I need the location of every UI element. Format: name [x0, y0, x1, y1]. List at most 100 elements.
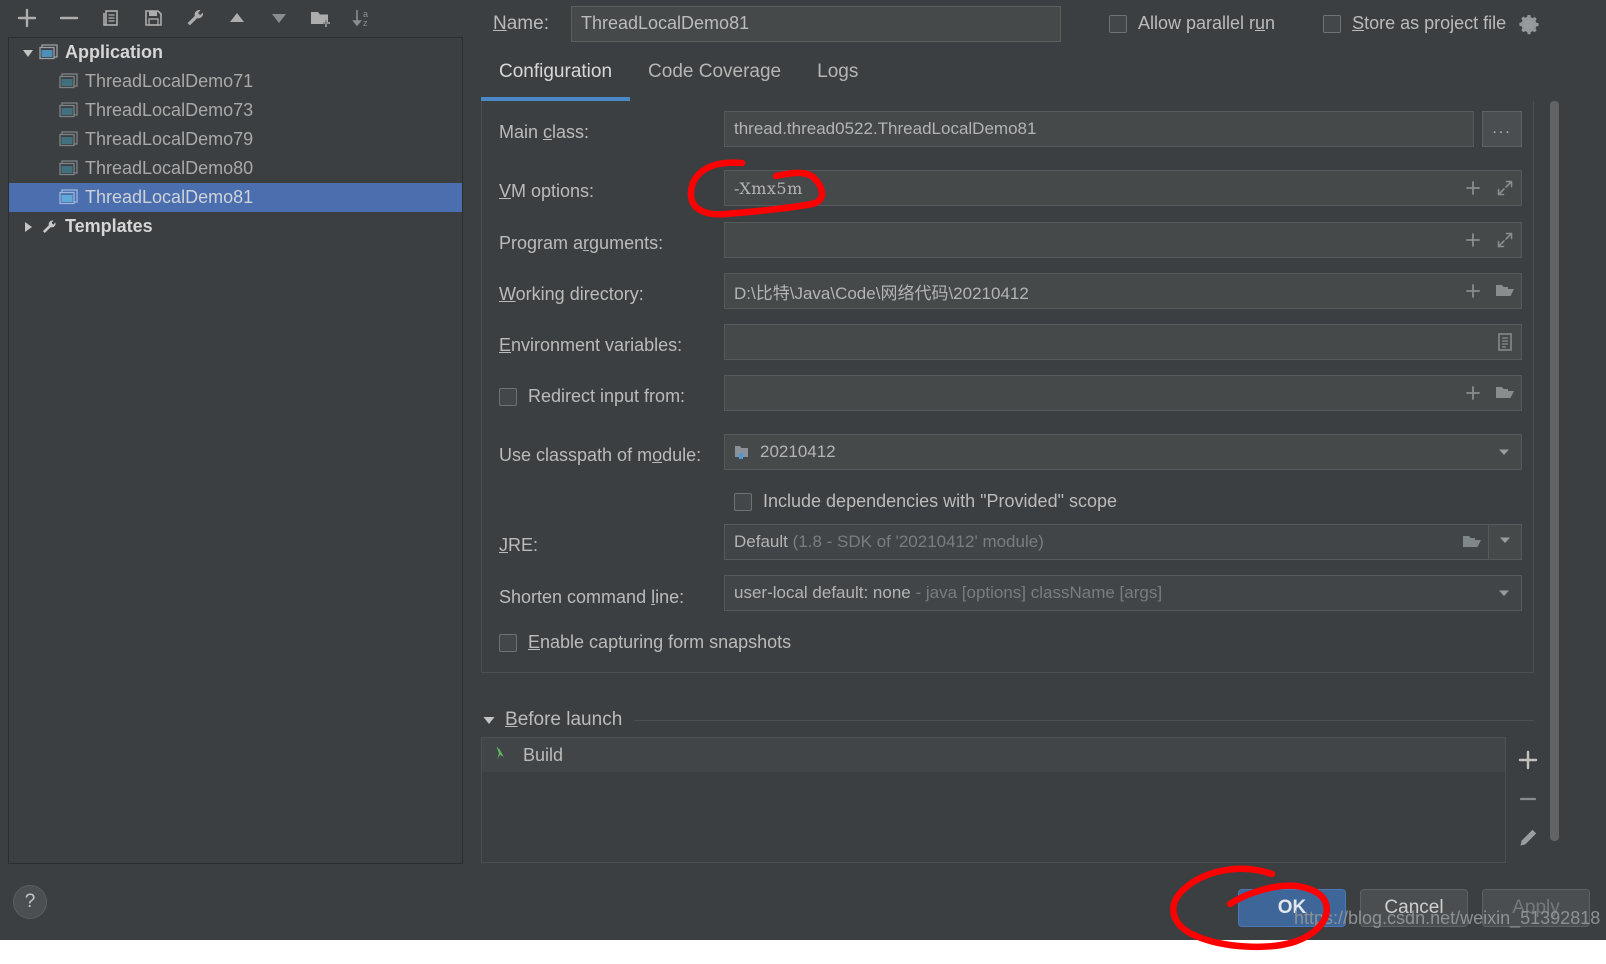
name-input[interactable] — [570, 5, 1061, 42]
program-arguments-field[interactable] — [724, 222, 1522, 258]
enable-form-snapshots-label: Enable capturing form snapshots — [528, 632, 792, 652]
shorten-command-line-label: Shorten command line: — [499, 587, 685, 607]
vm-options-value: -Xmx5m — [734, 178, 803, 198]
vm-options-macro-button[interactable] — [1457, 171, 1489, 205]
configurations-sidebar: a z Application ThreadLocalDemo71 Thread… — [0, 0, 470, 940]
save-configuration-button[interactable] — [136, 3, 170, 33]
tree-node-label: Application — [65, 42, 163, 62]
redirect-input-browse-icon[interactable] — [1489, 376, 1521, 410]
application-icon — [59, 72, 83, 91]
tab-configuration[interactable]: Configuration — [481, 55, 631, 101]
main-class-field[interactable]: thread.thread0522.ThreadLocalDemo81 — [724, 111, 1474, 147]
tree-item-threadlocaldemo81[interactable]: ThreadLocalDemo81 — [9, 183, 462, 212]
checkbox-box[interactable] — [499, 633, 517, 652]
wrench-icon — [39, 218, 63, 236]
checkbox-box[interactable] — [1323, 14, 1342, 33]
jre-dropdown-button[interactable] — [1489, 524, 1522, 560]
application-icon — [59, 188, 83, 207]
chevron-right-icon[interactable] — [17, 220, 39, 234]
enable-form-snapshots-checkbox[interactable]: Enable capturing form snapshots — [499, 632, 791, 653]
help-button[interactable]: ? — [13, 885, 47, 919]
tree-item-threadlocaldemo80[interactable]: ThreadLocalDemo80 — [9, 154, 462, 183]
environment-variables-field[interactable] — [724, 324, 1522, 360]
scrollbar-thumb[interactable] — [1550, 101, 1559, 841]
watermark-text: https://blog.csdn.net/weixin_51392818 — [1294, 908, 1601, 928]
add-configuration-button[interactable] — [10, 3, 44, 33]
working-directory-macro-button[interactable] — [1457, 274, 1489, 308]
remove-configuration-button[interactable] — [52, 3, 86, 33]
shorten-command-line-value: user-local default: none — [734, 583, 911, 602]
jre-browse-icon[interactable] — [1456, 525, 1488, 559]
tab-code-coverage[interactable]: Code Coverage — [630, 55, 799, 101]
chevron-down-icon[interactable] — [17, 46, 39, 60]
add-task-button[interactable] — [1511, 745, 1545, 775]
build-hammer-icon — [493, 743, 513, 768]
pencil-icon[interactable] — [1511, 823, 1545, 853]
configurations-tree[interactable]: Application ThreadLocalDemo71 ThreadLoca… — [8, 37, 463, 864]
jre-combobox[interactable]: Default (1.8 - SDK of '20210412' module) — [724, 524, 1489, 560]
program-arguments-macro-button[interactable] — [1457, 223, 1489, 257]
configuration-editor-panel: Name: Allow parallel run Store as projec… — [470, 0, 1606, 940]
chevron-down-icon — [1497, 532, 1513, 553]
tree-item-label: ThreadLocalDemo71 — [85, 71, 254, 91]
tree-item-label: ThreadLocalDemo80 — [85, 158, 254, 178]
redirect-input-checkbox[interactable]: Redirect input from: — [499, 386, 685, 407]
configurations-toolbar: a z — [0, 0, 470, 36]
folder-plus-icon[interactable] — [304, 3, 338, 33]
svg-text:z: z — [363, 18, 368, 28]
tree-item-threadlocaldemo73[interactable]: ThreadLocalDemo73 — [9, 96, 462, 125]
include-provided-scope-checkbox[interactable]: Include dependencies with "Provided" sco… — [734, 491, 1117, 512]
form-scrollbar[interactable] — [1547, 101, 1561, 876]
before-launch-item-build[interactable]: Build — [482, 738, 1505, 772]
copy-configuration-button[interactable] — [94, 3, 128, 33]
configuration-tabs: Configuration Code Coverage Logs — [481, 55, 1606, 103]
use-classpath-combobox[interactable]: 20210412 — [724, 434, 1522, 470]
vm-options-label: VM options: — [499, 181, 595, 201]
section-divider — [634, 719, 1534, 721]
working-directory-label: Working directory: — [499, 284, 644, 304]
store-as-project-file-checkbox[interactable]: Store as project file — [1323, 13, 1506, 34]
name-label: Name: — [493, 12, 549, 34]
chevron-down-icon[interactable] — [481, 712, 497, 728]
tree-item-label: ThreadLocalDemo73 — [85, 100, 254, 120]
working-directory-field[interactable]: D:\比特\Java\Code\网络代码\20210412 — [724, 273, 1522, 309]
tree-item-threadlocaldemo79[interactable]: ThreadLocalDemo79 — [9, 125, 462, 154]
environment-variables-label: Environment variables: — [499, 335, 683, 355]
gear-icon[interactable] — [1518, 13, 1540, 35]
main-class-browse-button[interactable]: ... — [1482, 111, 1522, 147]
before-launch-list[interactable]: Build — [481, 737, 1506, 863]
checkbox-box[interactable] — [499, 387, 517, 406]
application-icon — [59, 101, 83, 120]
tab-logs[interactable]: Logs — [799, 55, 876, 101]
jre-value: Default — [734, 532, 788, 551]
shorten-command-line-combobox[interactable]: user-local default: none - java [options… — [724, 575, 1522, 611]
before-launch-item-label: Build — [523, 744, 564, 765]
use-classpath-value: 20210412 — [760, 442, 836, 461]
arrow-down-icon[interactable] — [262, 3, 296, 33]
main-class-value: thread.thread0522.ThreadLocalDemo81 — [734, 119, 1037, 138]
program-arguments-expand-icon[interactable] — [1489, 223, 1521, 257]
working-directory-browse-icon[interactable] — [1489, 274, 1521, 308]
tree-node-templates[interactable]: Templates — [9, 212, 462, 241]
sort-az-icon[interactable]: a z — [346, 3, 380, 33]
arrow-up-icon[interactable] — [220, 3, 254, 33]
chevron-down-icon[interactable] — [1487, 576, 1521, 610]
allow-parallel-run-checkbox[interactable]: Allow parallel run — [1108, 13, 1275, 34]
application-icon — [59, 159, 83, 178]
checkbox-box[interactable] — [1108, 14, 1127, 33]
tree-node-application[interactable]: Application — [9, 38, 462, 67]
checkbox-box[interactable] — [734, 492, 752, 511]
jre-label: JRE: — [499, 535, 539, 555]
vm-options-expand-icon[interactable] — [1489, 171, 1521, 205]
include-provided-scope-label: Include dependencies with "Provided" sco… — [763, 491, 1118, 511]
wrench-icon[interactable] — [178, 3, 212, 33]
redirect-input-macro-button[interactable] — [1457, 376, 1489, 410]
redirect-input-field[interactable] — [724, 375, 1522, 411]
chevron-down-icon[interactable] — [1487, 435, 1521, 469]
ellipsis-icon: ... — [1492, 120, 1512, 137]
environment-variables-editor-icon[interactable] — [1489, 325, 1521, 359]
tree-node-label: Templates — [65, 216, 153, 236]
remove-task-button[interactable] — [1511, 784, 1545, 814]
vm-options-field[interactable]: -Xmx5m — [724, 170, 1522, 206]
tree-item-threadlocaldemo71[interactable]: ThreadLocalDemo71 — [9, 67, 462, 96]
